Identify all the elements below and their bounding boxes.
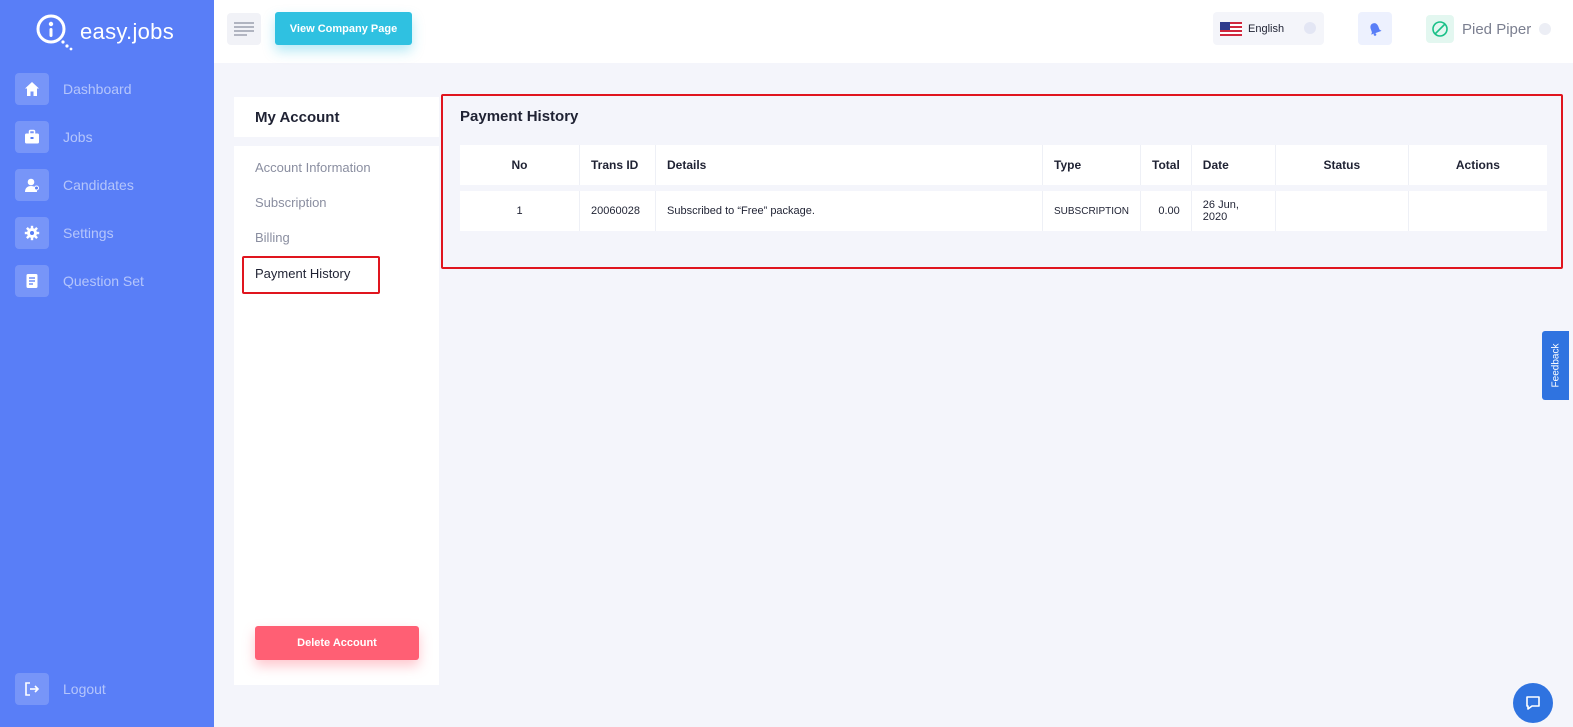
column-header: Type	[1043, 145, 1142, 185]
payment-history-table: No Trans ID Details Type Total Date Stat…	[460, 139, 1547, 237]
cell-details: Subscribed to “Free” package.	[656, 191, 1043, 231]
sidebar-item-label: Question Set	[63, 273, 144, 289]
sidebar-nav: Dashboard Jobs Candidates Settings Quest…	[15, 73, 205, 313]
sidebar-toggle-button[interactable]	[227, 13, 261, 45]
sidebar-item-label: Candidates	[63, 177, 134, 193]
easy-jobs-logo-icon	[34, 12, 74, 52]
company-logo-icon	[1426, 15, 1454, 43]
sidebar-item-dashboard[interactable]: Dashboard	[15, 73, 205, 105]
table-header-row: No Trans ID Details Type Total Date Stat…	[460, 145, 1547, 185]
feedback-tab[interactable]: Feedback	[1542, 331, 1569, 400]
column-header: Status	[1275, 145, 1409, 185]
sidebar-item-settings[interactable]: Settings	[15, 217, 205, 249]
cell-trans-id: 20060028	[580, 191, 656, 231]
logout-icon	[15, 673, 49, 705]
sidebar-item-label: Settings	[63, 225, 114, 241]
briefcase-icon	[15, 121, 49, 153]
payment-history-title: Payment History	[460, 108, 579, 125]
chevron-down-icon	[1304, 22, 1316, 34]
top-bar: View Company Page English Pied Piper	[214, 0, 1573, 63]
app-logo[interactable]: easy.jobs	[34, 12, 174, 52]
delete-account-button[interactable]: Delete Account	[255, 626, 419, 660]
us-flag-icon	[1220, 21, 1242, 36]
sidebar: easy.jobs Dashboard Jobs Candidates Sett…	[0, 0, 214, 727]
cell-date: 26 Jun, 2020	[1191, 191, 1276, 231]
logout-button[interactable]: Logout	[15, 673, 106, 705]
user-icon	[15, 169, 49, 201]
sidebar-item-candidates[interactable]: Candidates	[15, 169, 205, 201]
feedback-label: Feedback	[1550, 343, 1562, 388]
sidebar-item-label: Jobs	[63, 129, 93, 145]
company-switcher[interactable]: Pied Piper	[1426, 14, 1552, 44]
column-header: Actions	[1408, 145, 1547, 185]
home-icon	[15, 73, 49, 105]
column-header: Total	[1141, 145, 1192, 185]
cell-no: 1	[460, 191, 580, 231]
chat-bubble-icon	[1526, 696, 1540, 710]
sidebar-item-question-set[interactable]: Question Set	[15, 265, 205, 297]
menu-item-billing[interactable]: Billing	[255, 230, 290, 245]
menu-item-payment-history[interactable]: Payment History	[255, 266, 350, 281]
chevron-down-icon	[1539, 23, 1552, 35]
cell-type: SUBSCRIPTION	[1043, 191, 1142, 231]
chat-launcher-button[interactable]	[1513, 683, 1553, 723]
menu-item-subscription[interactable]: Subscription	[255, 195, 327, 210]
hamburger-icon	[234, 22, 254, 36]
column-header: Date	[1191, 145, 1276, 185]
bell-icon	[1370, 22, 1382, 36]
notifications-button[interactable]	[1358, 12, 1392, 45]
cell-total: 0.00	[1141, 191, 1192, 231]
cell-actions	[1408, 191, 1547, 231]
logout-label: Logout	[63, 681, 106, 697]
table-row: 1 20060028 Subscribed to “Free” package.…	[460, 191, 1547, 231]
view-company-page-button[interactable]: View Company Page	[275, 12, 412, 45]
column-header: No	[460, 145, 580, 185]
menu-item-account-information[interactable]: Account Information	[255, 160, 371, 175]
sidebar-item-jobs[interactable]: Jobs	[15, 121, 205, 153]
sidebar-item-label: Dashboard	[63, 81, 132, 97]
company-name: Pied Piper	[1462, 20, 1532, 38]
gear-icon	[15, 217, 49, 249]
account-title: My Account	[234, 97, 439, 137]
document-icon	[15, 265, 49, 297]
column-header: Details	[656, 145, 1043, 185]
account-menu: Account Information Subscription Billing…	[234, 146, 439, 685]
language-selector[interactable]: English	[1213, 12, 1324, 45]
cell-status	[1275, 191, 1409, 231]
language-label: English	[1248, 22, 1285, 35]
app-name: easy.jobs	[80, 19, 175, 44]
column-header: Trans ID	[580, 145, 656, 185]
